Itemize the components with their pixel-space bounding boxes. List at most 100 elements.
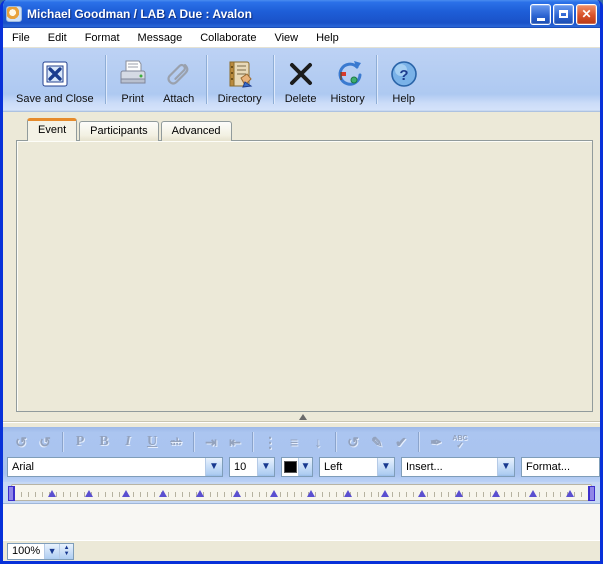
tab-participants[interactable]: Participants <box>79 121 158 141</box>
tab-stop-icon[interactable] <box>122 490 130 497</box>
title-bar[interactable]: Michael Goodman / LAB A Due : Avalon ✕ <box>0 0 603 28</box>
splitter-bar[interactable] <box>3 412 600 427</box>
tab-stop-icon[interactable] <box>492 490 500 497</box>
tab-stop-icon[interactable] <box>418 490 426 497</box>
move-down-icon[interactable]: ↓ <box>306 431 330 453</box>
format-separator <box>252 432 253 452</box>
print-label: Print <box>121 93 144 105</box>
menu-message[interactable]: Message <box>129 29 192 47</box>
chevron-down-icon[interactable]: ▼ <box>44 544 59 559</box>
tab-stop-icon[interactable] <box>529 490 537 497</box>
chevron-down-icon[interactable]: ▼ <box>497 458 514 476</box>
approve-icon[interactable]: ✔ <box>389 431 413 453</box>
toolbar-separator <box>206 55 207 104</box>
history-icon <box>332 57 364 91</box>
delete-icon <box>286 57 316 91</box>
left-margin-marker[interactable] <box>8 486 15 501</box>
format-toolbar: ↺ ↻ P B I U ab ⇥ ⇤ ⋮ ≡ ↓ ↺ ✎ ✔ ✒ ABC ✓ <box>3 427 600 482</box>
italic-icon[interactable]: I <box>116 431 140 453</box>
main-toolbar: Save and Close Print Attach <box>3 48 600 112</box>
ruler-track[interactable] <box>11 484 592 501</box>
splitter-collapse-icon[interactable] <box>299 414 307 420</box>
menu-format[interactable]: Format <box>76 29 129 47</box>
minimize-button[interactable] <box>530 4 551 25</box>
chevron-down-icon[interactable]: ▼ <box>205 458 222 476</box>
font-family-dropdown[interactable]: Arial ▼ <box>7 457 223 477</box>
tab-stop-icon[interactable] <box>381 490 389 497</box>
insert-dropdown[interactable]: Insert... ▼ <box>401 457 515 477</box>
tab-stop-icon[interactable] <box>566 490 574 497</box>
zoom-value: 100% <box>12 545 40 557</box>
tab-stop-icon[interactable] <box>233 490 241 497</box>
tab-stop-icon[interactable] <box>48 490 56 497</box>
indent-decrease-icon[interactable]: ⇤ <box>223 431 247 453</box>
bold-icon[interactable]: B <box>92 431 116 453</box>
spellcheck-icon[interactable]: ABC ✓ <box>448 431 472 453</box>
delete-label: Delete <box>285 93 317 105</box>
format-separator <box>335 432 336 452</box>
indent-increase-icon[interactable]: ⇥ <box>199 431 223 453</box>
directory-label: Directory <box>218 93 262 105</box>
attach-button[interactable]: Attach <box>156 51 202 108</box>
window-title: Michael Goodman / LAB A Due : Avalon <box>27 7 528 21</box>
print-icon <box>117 57 149 91</box>
history-button[interactable]: History <box>323 51 371 108</box>
menu-file[interactable]: File <box>3 29 39 47</box>
event-window: Michael Goodman / LAB A Due : Avalon ✕ F… <box>0 0 603 564</box>
right-margin-marker[interactable] <box>588 486 595 501</box>
font-color-dropdown[interactable]: ▼ <box>281 457 313 477</box>
format-value: Format... <box>526 461 570 473</box>
tab-advanced[interactable]: Advanced <box>161 121 232 141</box>
chevron-down-icon[interactable]: ▼ <box>298 458 312 476</box>
underline-icon[interactable]: U <box>140 431 164 453</box>
delete-button[interactable]: Delete <box>278 51 324 108</box>
chevron-down-icon[interactable]: ▼ <box>257 458 274 476</box>
menu-help[interactable]: Help <box>307 29 348 47</box>
outline-list-icon[interactable]: ⋮ <box>258 431 282 453</box>
tab-stop-icon[interactable] <box>307 490 315 497</box>
align-dropdown[interactable]: Left ▼ <box>319 457 395 477</box>
zoom-spinner[interactable]: ▲▼ <box>59 544 73 559</box>
tab-event[interactable]: Event <box>27 118 77 141</box>
directory-button[interactable]: Directory <box>211 51 269 108</box>
menu-edit[interactable]: Edit <box>39 29 76 47</box>
zoom-control[interactable]: 100% ▼ ▲▼ <box>7 543 74 560</box>
chevron-down-icon[interactable]: ▼ <box>377 458 394 476</box>
format-dropdown[interactable]: Format... <box>521 457 600 477</box>
minimize-icon <box>537 18 545 21</box>
event-tab-panel <box>16 140 593 412</box>
format-separator <box>193 432 194 452</box>
tab-stop-icon[interactable] <box>270 490 278 497</box>
strikethrough-icon[interactable]: ab <box>164 431 188 453</box>
ruler-ticks <box>14 492 589 497</box>
close-button[interactable]: ✕ <box>576 4 597 25</box>
tab-stop-icon[interactable] <box>196 490 204 497</box>
pen-icon[interactable]: ✎ <box>365 431 389 453</box>
menu-collaborate[interactable]: Collaborate <box>191 29 265 47</box>
tab-stop-icon[interactable] <box>85 490 93 497</box>
ruler[interactable] <box>3 482 600 503</box>
save-and-close-button[interactable]: Save and Close <box>9 51 101 108</box>
tab-stop-icon[interactable] <box>159 490 167 497</box>
font-family-value: Arial <box>12 461 34 473</box>
signature-icon[interactable]: ✒ <box>424 431 448 453</box>
close-icon: ✕ <box>581 7 591 21</box>
tab-stop-icon[interactable] <box>455 490 463 497</box>
menu-view[interactable]: View <box>265 29 307 47</box>
help-button[interactable]: ? Help <box>381 51 427 108</box>
tab-stop-icon[interactable] <box>344 490 352 497</box>
app-icon <box>6 6 22 22</box>
print-button[interactable]: Print <box>110 51 156 108</box>
format-icon-row: ↺ ↻ P B I U ab ⇥ ⇤ ⋮ ≡ ↓ ↺ ✎ ✔ ✒ ABC ✓ <box>9 429 472 455</box>
paragraph-lines-icon[interactable]: ≡ <box>282 431 306 453</box>
tab-strip: Event Participants Advanced <box>27 118 234 141</box>
font-size-dropdown[interactable]: 10 ▼ <box>229 457 275 477</box>
rotate-icon[interactable]: ↺ <box>341 431 365 453</box>
redo-icon[interactable]: ↻ <box>33 431 57 453</box>
save-and-close-label: Save and Close <box>16 93 94 105</box>
undo-icon[interactable]: ↺ <box>9 431 33 453</box>
plain-style-icon[interactable]: P <box>68 431 92 453</box>
maximize-button[interactable] <box>553 4 574 25</box>
splitter-groove <box>3 421 600 423</box>
message-body[interactable] <box>3 503 600 540</box>
